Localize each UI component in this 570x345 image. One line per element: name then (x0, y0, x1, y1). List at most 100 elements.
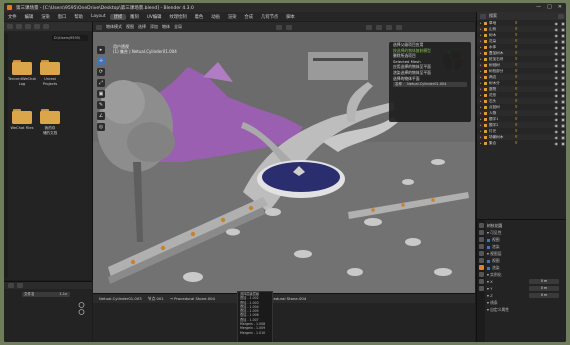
render-camera-icon[interactable]: ▣ (561, 81, 565, 86)
zoom-icon[interactable] (78, 302, 86, 316)
visibility-eye-icon[interactable]: ◉ (555, 99, 559, 104)
cursor-tool-icon[interactable]: ✛ (97, 57, 105, 65)
property-value-field[interactable]: 0 m (529, 293, 559, 298)
render-camera-icon[interactable]: ▣ (561, 111, 565, 116)
checkbox[interactable] (487, 238, 490, 242)
visibility-eye-icon[interactable]: ◉ (555, 87, 559, 92)
filter-icon[interactable] (558, 13, 564, 19)
workspace-tab-layout[interactable]: Layout (87, 14, 110, 19)
workspace-tab-rendering[interactable]: 渲染 (224, 14, 241, 20)
parent-folder-icon[interactable] (25, 24, 31, 29)
proportional-edit-icon[interactable] (286, 24, 292, 30)
visibility-eye-icon[interactable]: ◉ (555, 33, 559, 38)
render-camera-icon[interactable]: ▣ (561, 33, 565, 38)
forward-arrow-icon[interactable] (16, 24, 22, 29)
refresh-icon[interactable] (34, 24, 40, 29)
render-camera-icon[interactable]: ▣ (561, 99, 565, 104)
tool-tab-icon[interactable] (478, 223, 484, 228)
menu-item-edit[interactable]: 编辑 (21, 14, 38, 20)
editor-type-icon[interactable] (8, 283, 14, 288)
transform-orientation[interactable]: 全局 (174, 24, 182, 30)
property-value-field[interactable]: 0 m (529, 279, 559, 284)
material-shading-icon[interactable] (396, 24, 402, 30)
folder-item[interactable]: WeChat Files (11, 109, 33, 130)
scene-tab-icon[interactable] (478, 251, 484, 256)
minimize-button[interactable]: — (536, 4, 541, 10)
visibility-eye-icon[interactable]: ◉ (555, 39, 559, 44)
render-camera-icon[interactable]: ▣ (561, 69, 565, 74)
workspace-tab-texture-paint[interactable]: 纹理绘制 (165, 14, 190, 20)
strip-item[interactable]: → Procedural Stone.004 (170, 296, 215, 301)
view-menu-icon[interactable] (17, 283, 23, 288)
add-cube-tool-icon[interactable]: ◎ (97, 123, 105, 131)
filename-field[interactable]: 文件名 1.1x (22, 292, 70, 297)
menu-select[interactable]: 选择 (138, 24, 146, 30)
editor-type-icon[interactable] (96, 24, 102, 30)
visibility-eye-icon[interactable]: ◉ (555, 93, 559, 98)
property-value-field[interactable]: 0 m (529, 286, 559, 291)
scale-tool-icon[interactable]: ⤢ (97, 79, 105, 87)
render-camera-icon[interactable]: ▣ (561, 75, 565, 80)
visibility-eye-icon[interactable]: ◉ (555, 81, 559, 86)
close-button[interactable]: ✕ (558, 4, 562, 10)
render-camera-icon[interactable]: ▣ (561, 93, 565, 98)
render-camera-icon[interactable]: ▣ (561, 105, 565, 110)
visibility-eye-icon[interactable]: ◉ (555, 21, 559, 26)
measure-tool-icon[interactable]: ∠ (97, 112, 105, 120)
render-camera-icon[interactable]: ▣ (561, 39, 565, 44)
visibility-eye-icon[interactable]: ◉ (555, 129, 559, 134)
workspace-tab-geometry-nodes[interactable]: 几何节点 (257, 14, 282, 20)
snap-icon[interactable] (276, 24, 282, 30)
outliner-row[interactable]: ▸ 集合 ∇ ◉ ▣ (477, 140, 566, 146)
outliner-search[interactable]: 搜索 (489, 13, 497, 19)
menu-item-render[interactable]: 渲染 (37, 14, 54, 20)
new-folder-icon[interactable] (43, 24, 49, 29)
render-camera-icon[interactable]: ▣ (561, 135, 565, 140)
maximize-button[interactable]: □ (547, 4, 552, 10)
visibility-eye-icon[interactable]: ◉ (555, 27, 559, 32)
render-camera-icon[interactable]: ▣ (561, 21, 565, 26)
strip-item[interactable]: 节点.001 (148, 296, 164, 302)
workspace-tab-uv[interactable]: UV编辑 (143, 14, 166, 20)
menu-object[interactable]: 物体 (162, 24, 170, 30)
back-arrow-icon[interactable] (7, 24, 13, 29)
checkbox[interactable] (487, 259, 490, 263)
folder-item[interactable]: 我的存 储的文档 (40, 109, 60, 135)
annotate-tool-icon[interactable]: ✎ (97, 101, 105, 109)
render-tab-icon[interactable] (478, 230, 484, 235)
render-camera-icon[interactable]: ▣ (561, 27, 565, 32)
select-tool-icon[interactable]: ▸ (97, 46, 105, 54)
xray-icon[interactable] (376, 24, 382, 30)
visibility-eye-icon[interactable]: ◉ (555, 51, 559, 56)
modifier-tab-icon[interactable] (478, 279, 484, 284)
workspace-tab-compositing[interactable]: 合成 (240, 14, 257, 20)
collection-tab-icon[interactable] (478, 265, 484, 270)
menu-item-help[interactable]: 帮助 (70, 14, 87, 20)
menu-item-file[interactable]: 文件 (4, 14, 21, 20)
visibility-eye-icon[interactable]: ◉ (555, 111, 559, 116)
transform-tool-icon[interactable]: ▣ (97, 90, 105, 98)
popup-item[interactable]: 选择的物体平面 (389, 76, 471, 82)
overlay-icon[interactable] (366, 24, 372, 30)
visibility-eye-icon[interactable]: ◉ (555, 141, 559, 146)
render-camera-icon[interactable]: ▣ (561, 141, 565, 146)
texture-tab-icon[interactable] (478, 286, 484, 291)
visibility-eye-icon[interactable]: ◉ (555, 69, 559, 74)
render-camera-icon[interactable]: ▣ (561, 87, 565, 92)
menu-item-window[interactable]: 窗口 (54, 14, 71, 20)
visibility-eye-icon[interactable]: ◉ (555, 117, 559, 122)
mode-selector[interactable]: 物体模式 (106, 24, 122, 30)
editor-type-icon[interactable] (480, 13, 486, 19)
render-camera-icon[interactable]: ▣ (561, 117, 565, 122)
menu-add[interactable]: 添加 (150, 24, 158, 30)
workspace-tab-scripting[interactable]: 脚本 (282, 14, 299, 20)
view-layer-tab-icon[interactable] (478, 244, 484, 249)
visibility-eye-icon[interactable]: ◉ (555, 75, 559, 80)
render-camera-icon[interactable]: ▣ (561, 45, 565, 50)
world-tab-icon[interactable] (478, 258, 484, 263)
folder-item[interactable]: TencentWeChat Log (8, 60, 36, 86)
visibility-eye-icon[interactable]: ◉ (555, 63, 559, 68)
popup-name-field[interactable]: 名称 Netual.Cylinder01.004 (393, 82, 467, 88)
render-camera-icon[interactable]: ▣ (561, 123, 565, 128)
checkbox[interactable] (487, 266, 490, 270)
